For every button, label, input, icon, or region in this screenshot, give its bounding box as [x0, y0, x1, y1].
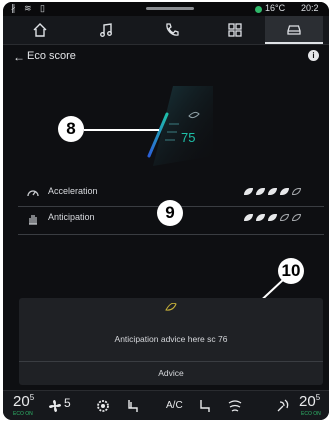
- airflow-icon[interactable]: [275, 398, 291, 414]
- outside-temperature: 16°C: [265, 3, 286, 13]
- climate-bar: 205 ECO ON 5 A/C 205 ECO ON: [3, 390, 329, 420]
- nav-phone[interactable]: [143, 16, 201, 44]
- car-icon: [287, 25, 301, 35]
- driver-eco-label: ECO ON: [13, 411, 33, 417]
- settings-icon[interactable]: [95, 398, 111, 414]
- callout-9: 9: [157, 200, 183, 226]
- callout-8: 8: [58, 116, 84, 142]
- rating-leaf-icon: [256, 214, 265, 221]
- phone-icon: [166, 23, 179, 36]
- driver-temp-value: 20: [13, 393, 30, 410]
- page-title: Eco score: [27, 50, 76, 62]
- nav-vehicle[interactable]: [265, 16, 323, 44]
- row-divider: [18, 234, 324, 235]
- notification-handle[interactable]: [146, 7, 194, 10]
- rating-leaf-icon: [292, 188, 301, 195]
- anticipation-rating: [244, 214, 301, 221]
- callout-leader-8: [84, 129, 159, 131]
- clock: 20:2: [301, 3, 319, 13]
- rating-leaf-icon: [280, 188, 289, 195]
- passenger-temp-decimal: 5: [315, 393, 321, 402]
- infotainment-screen: ∦ ≋ ▯ 16°C 20:2 ← Eco score i 75 8 Accel…: [3, 2, 329, 420]
- seat-heat-icon[interactable]: [125, 398, 141, 414]
- nav-home[interactable]: [11, 16, 69, 44]
- advice-button[interactable]: Advice: [19, 362, 323, 384]
- nav-music[interactable]: [77, 16, 135, 44]
- back-button[interactable]: ←: [13, 50, 25, 64]
- eco-score-gauge: [147, 86, 213, 166]
- advice-text: Anticipation advice here sc 76: [114, 334, 228, 344]
- info-button[interactable]: i: [308, 50, 319, 61]
- passenger-temperature[interactable]: 205: [299, 393, 320, 410]
- row-label: Anticipation: [48, 212, 95, 222]
- hand-icon: [29, 215, 37, 225]
- eco-score-value: 75: [181, 130, 196, 145]
- rating-leaf-icon: [244, 214, 253, 221]
- rating-leaf-icon: [268, 188, 277, 195]
- fan-speed: 5: [64, 396, 71, 410]
- rating-leaf-icon: [268, 214, 277, 221]
- home-icon: [33, 23, 47, 37]
- apps-grid-icon: [228, 23, 242, 37]
- rating-leaf-icon: [292, 214, 301, 221]
- leaf-icon: [165, 303, 177, 311]
- driver-temperature[interactable]: 205: [13, 393, 34, 410]
- fan-icon[interactable]: [47, 398, 63, 414]
- passenger-temp-value: 20: [299, 393, 316, 410]
- rating-leaf-icon: [256, 188, 265, 195]
- acceleration-rating: [244, 188, 301, 195]
- top-nav: [3, 16, 329, 45]
- passenger-eco-label: ECO ON: [301, 411, 321, 417]
- driver-temp-decimal: 5: [29, 393, 35, 402]
- rating-leaf-icon: [244, 188, 253, 195]
- status-bar: ∦ ≋ ▯ 16°C 20:2: [3, 2, 329, 16]
- status-icons: ∦ ≋ ▯: [11, 3, 48, 13]
- ac-button[interactable]: A/C: [166, 400, 183, 411]
- gauge-icon: [27, 190, 39, 197]
- row-label: Acceleration: [48, 186, 98, 196]
- nav-apps[interactable]: [206, 16, 264, 44]
- seat-icon[interactable]: [197, 398, 213, 414]
- status-indicator-dot: [255, 6, 262, 13]
- music-icon: [100, 23, 112, 37]
- rating-leaf-icon: [280, 214, 289, 221]
- defrost-icon[interactable]: [227, 398, 243, 414]
- advice-panel: Anticipation advice here sc 76 Advice: [19, 298, 323, 385]
